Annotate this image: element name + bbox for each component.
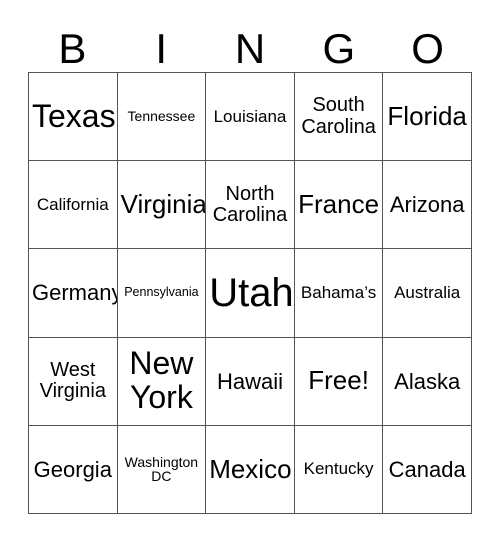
bingo-cell-r1c2[interactable]: Tennessee xyxy=(117,73,207,162)
bingo-header-letter-i: I xyxy=(155,25,168,72)
bingo-cell-r1c3[interactable]: Louisiana xyxy=(206,73,295,162)
bingo-cell-r2c3[interactable]: North Carolina xyxy=(206,161,295,250)
bingo-grid: Texas Tennessee Louisiana South Carolina Flo… xyxy=(28,72,472,515)
bingo-row: California Virginia North Carolina France Ar… xyxy=(29,161,472,250)
bingo-cell-label: Germany xyxy=(32,280,118,306)
bingo-card: B I N G O Texas Tennessee Louisiana South Carol… xyxy=(0,0,500,544)
bingo-cell-label: Kentucky xyxy=(303,459,374,479)
bingo-cell-label: New York xyxy=(129,345,194,416)
bingo-cell-label: South Carolina xyxy=(301,94,376,138)
bingo-cell-label: Bahama’s xyxy=(300,283,377,302)
bingo-cell-r4c1[interactable]: West Virginia xyxy=(29,337,118,426)
bingo-cell-r5c5[interactable]: Canada xyxy=(383,425,472,515)
bingo-row: Texas Tennessee Louisiana South Carolina Flo… xyxy=(29,73,472,162)
bingo-cell-label: West Virginia xyxy=(39,359,106,403)
bingo-cell-r3c5[interactable]: Australia xyxy=(383,249,472,338)
bingo-row: Georgia Washington DC Mexico Kentucky Canada xyxy=(29,425,472,515)
bingo-cell-label: Washington DC xyxy=(124,453,199,485)
bingo-cell-label: Virginia xyxy=(120,189,207,220)
bingo-header-letter-g: G xyxy=(322,25,356,72)
bingo-cell-r1c1[interactable]: Texas xyxy=(29,73,118,162)
bingo-cell-label: Georgia xyxy=(33,456,112,482)
bingo-cell-r5c4[interactable]: Kentucky xyxy=(294,425,384,515)
bingo-cell-r2c2[interactable]: Virginia xyxy=(117,161,207,250)
bingo-cell-r1c5[interactable]: Florida xyxy=(383,73,472,162)
bingo-cell-r4c4[interactable]: Free! xyxy=(294,337,384,426)
bingo-cell-label: Texas xyxy=(32,97,116,134)
bingo-cell-label: Utah xyxy=(209,270,294,315)
bingo-cell-r5c2[interactable]: Washington DC xyxy=(117,425,207,515)
bingo-cell-label: Hawaii xyxy=(216,368,283,394)
bingo-cell-r1c4[interactable]: South Carolina xyxy=(294,73,384,162)
bingo-cell-r2c4[interactable]: France xyxy=(294,161,384,250)
bingo-cell-r3c4[interactable]: Bahama’s xyxy=(294,249,384,338)
bingo-cell-r2c1[interactable]: California xyxy=(29,161,118,250)
bingo-cell-label: North Carolina xyxy=(212,182,288,226)
bingo-cell-label: Australia xyxy=(394,283,461,302)
bingo-cell-r5c3[interactable]: Mexico xyxy=(206,425,295,515)
bingo-cell-label: Alaska xyxy=(394,368,461,394)
bingo-cell-label: Mexico xyxy=(209,453,292,484)
bingo-header-letter-n: N xyxy=(234,25,266,72)
bingo-row: Germany Pennsylvania Utah Bahama’s Australia xyxy=(29,249,472,338)
bingo-cell-label: France xyxy=(298,189,380,220)
bingo-header-row: BINGO xyxy=(28,12,472,72)
bingo-cell-label: Arizona xyxy=(389,192,465,218)
bingo-cell-r3c2[interactable]: Pennsylvania xyxy=(117,249,207,338)
bingo-cell-r5c1[interactable]: Georgia xyxy=(29,425,118,515)
bingo-cell-label: Florida xyxy=(387,100,467,131)
bingo-cell-label: Tennessee xyxy=(127,108,196,125)
bingo-cell-r4c5[interactable]: Alaska xyxy=(383,337,472,426)
bingo-header-letter-b: B xyxy=(58,25,87,72)
bingo-cell-r4c2[interactable]: New York xyxy=(117,337,207,426)
bingo-header-letter-o: O xyxy=(411,25,444,72)
bingo-cell-r3c1[interactable]: Germany xyxy=(29,249,118,338)
bingo-cell-label: California xyxy=(36,194,109,214)
bingo-cell-label: Free! xyxy=(308,365,369,396)
bingo-cell-r2c5[interactable]: Arizona xyxy=(383,161,472,250)
bingo-cell-label: Canada xyxy=(388,456,466,482)
bingo-cell-label: Louisiana xyxy=(213,106,287,126)
bingo-cell-r4c3[interactable]: Hawaii xyxy=(206,337,295,426)
bingo-cell-r3c3[interactable]: Utah xyxy=(206,249,295,338)
bingo-cell-label: Pennsylvania xyxy=(124,285,199,300)
bingo-row: West Virginia New York Hawaii Free! Alaska xyxy=(29,337,472,426)
